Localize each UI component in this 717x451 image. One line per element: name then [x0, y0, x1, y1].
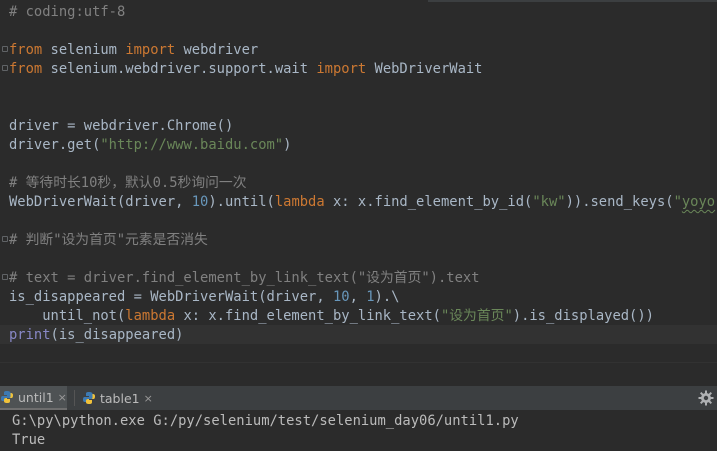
code-token: from	[9, 42, 43, 58]
code-token: lambda	[125, 308, 176, 324]
code-token: "kw"	[532, 194, 566, 210]
console-output-line: True	[12, 432, 46, 448]
code-token: webdriver	[175, 42, 259, 58]
code-line[interactable]: is_disappeared = WebDriverWait(driver, 1…	[9, 288, 399, 307]
code-token: x: x.find_element_by_id(	[324, 194, 533, 210]
code-token: import	[125, 42, 176, 58]
code-token: # coding:utf-8	[9, 4, 126, 20]
run-tab-until1[interactable]: until1 ×	[0, 386, 67, 410]
run-console[interactable]: G:\py\python.exe G:/py/selenium/test/sel…	[0, 410, 717, 451]
fold-end-icon[interactable]	[2, 274, 8, 280]
run-tab-label: until1	[18, 389, 54, 405]
run-tab-label: table1	[100, 390, 140, 406]
run-tool-window-tabbar: until1 × table1 ×	[0, 386, 717, 411]
code-token: x: x.find_element_by_link_text(	[175, 308, 441, 324]
console-command-line: G:\py\python.exe G:/py/selenium/test/sel…	[12, 413, 519, 429]
close-icon[interactable]: ×	[144, 392, 153, 405]
python-icon	[1, 391, 13, 403]
code-token: 10	[191, 194, 209, 210]
fold-end-icon[interactable]	[2, 65, 8, 71]
code-line[interactable]: driver.get("http://www.baidu.com")	[9, 136, 291, 155]
code-token: is_disappeared = WebDriverWait(driver,	[9, 289, 333, 305]
code-token: until_not(	[9, 308, 126, 324]
code-token: selenium.webdriver.support.wait	[42, 61, 317, 77]
fold-start-icon[interactable]	[2, 236, 8, 242]
ide-window: # coding:utf-8 from selenium import webdr…	[0, 0, 717, 451]
code-token: "http://www.baidu.com"	[100, 137, 284, 153]
code-line[interactable]: # text = driver.find_element_by_link_tex…	[9, 269, 480, 288]
code-token: # text = driver.find_element_by_link_tex…	[9, 270, 480, 286]
editor-horizontal-scroll-area[interactable]	[0, 362, 717, 384]
code-token: WebDriverWait	[366, 61, 483, 77]
code-editor[interactable]: # coding:utf-8 from selenium import webdr…	[0, 0, 717, 384]
gear-icon[interactable]	[698, 390, 714, 406]
code-line[interactable]: # coding:utf-8	[9, 3, 125, 22]
code-line[interactable]: WebDriverWait(driver, 10).until(lambda x…	[9, 193, 717, 212]
code-line[interactable]: # 等待时长10秒，默认0.5秒询问一次	[9, 174, 247, 193]
run-tab-table1[interactable]: table1 ×	[82, 386, 162, 410]
code-token: ).until(	[208, 194, 275, 210]
code-token: )	[283, 137, 292, 153]
code-token: selenium	[42, 42, 126, 58]
tab-divider	[74, 390, 75, 406]
code-line[interactable]: from selenium.webdriver.support.wait imp…	[9, 60, 483, 79]
code-token: 1	[366, 289, 375, 305]
code-line[interactable]: # 判断"设为首页"元素是否消失	[9, 231, 208, 250]
code-line[interactable]: until_not(lambda x: x.find_element_by_li…	[9, 307, 654, 326]
code-token: 10	[332, 289, 350, 305]
close-icon[interactable]: ×	[58, 391, 67, 404]
code-token: driver = webdriver.Chrome()	[9, 118, 234, 134]
code-token: (is_disappeared)	[50, 327, 184, 343]
code-token: ,	[349, 289, 367, 305]
code-token: "	[673, 194, 682, 210]
code-token: WebDriverWait(driver,	[9, 194, 192, 210]
editor-top-strip	[428, 0, 717, 2]
code-token: )).send_keys(	[565, 194, 674, 210]
code-token: from	[9, 61, 43, 77]
code-token: "设为首页"	[440, 308, 513, 324]
code-token: lambda	[274, 194, 325, 210]
fold-start-icon[interactable]	[2, 46, 8, 52]
code-token: ).is_displayed())	[512, 308, 654, 324]
code-token: import	[316, 61, 367, 77]
code-token: driver.get(	[9, 137, 101, 153]
code-token: yoyo	[681, 194, 716, 210]
code-line[interactable]: from selenium import webdriver	[9, 41, 258, 60]
code-line[interactable]: print(is_disappeared)	[9, 326, 183, 345]
python-icon	[83, 392, 95, 404]
code-token: print	[9, 327, 51, 343]
code-line[interactable]: driver = webdriver.Chrome()	[9, 117, 233, 136]
code-token: # 判断"设为首页"元素是否消失	[9, 232, 208, 248]
code-token: ).\	[374, 289, 400, 305]
code-token: # 等待时长10秒，默认0.5秒询问一次	[9, 175, 247, 191]
